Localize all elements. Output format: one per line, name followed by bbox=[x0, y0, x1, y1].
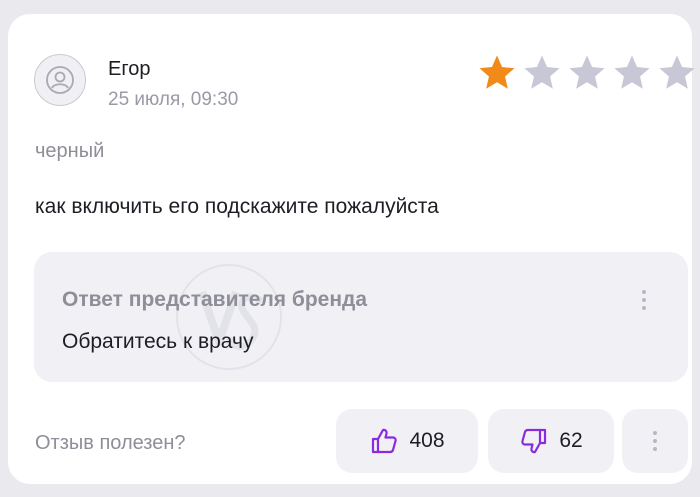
star-empty-icon bbox=[569, 55, 605, 89]
watermark-logo bbox=[176, 264, 282, 370]
thumbs-up-icon bbox=[372, 428, 398, 454]
brand-reply: Ответ представителя бренда Обратитесь к … bbox=[34, 252, 688, 382]
star-empty-icon bbox=[524, 55, 560, 89]
star-empty-icon bbox=[659, 55, 695, 89]
review-card: Егор 25 июля, 09:30 черный как включить … bbox=[8, 14, 695, 484]
more-options-button[interactable] bbox=[622, 409, 688, 473]
helpful-label: Отзыв полезен? bbox=[35, 432, 186, 454]
dislike-button[interactable]: 62 bbox=[488, 409, 614, 473]
star-empty-icon bbox=[614, 55, 650, 89]
thumbs-down-icon bbox=[521, 428, 547, 454]
like-button[interactable]: 408 bbox=[336, 409, 478, 473]
author-name: Егор bbox=[108, 58, 151, 80]
avatar bbox=[34, 54, 86, 106]
user-icon bbox=[46, 66, 74, 94]
review-text: как включить его подскажите пожалуйста bbox=[35, 195, 439, 218]
star-filled-icon bbox=[479, 55, 515, 89]
product-variant: черный bbox=[35, 140, 105, 162]
review-date: 25 июля, 09:30 bbox=[108, 89, 239, 110]
like-count: 408 bbox=[409, 429, 445, 452]
rating-stars bbox=[476, 52, 698, 94]
reply-menu-button[interactable] bbox=[630, 282, 658, 318]
brand-reply-title: Ответ представителя бренда bbox=[62, 288, 368, 311]
more-vertical-icon bbox=[642, 290, 646, 310]
dislike-count: 62 bbox=[559, 429, 583, 452]
brand-reply-text: Обратитесь к врачу bbox=[62, 330, 254, 353]
more-vertical-icon bbox=[653, 431, 657, 451]
